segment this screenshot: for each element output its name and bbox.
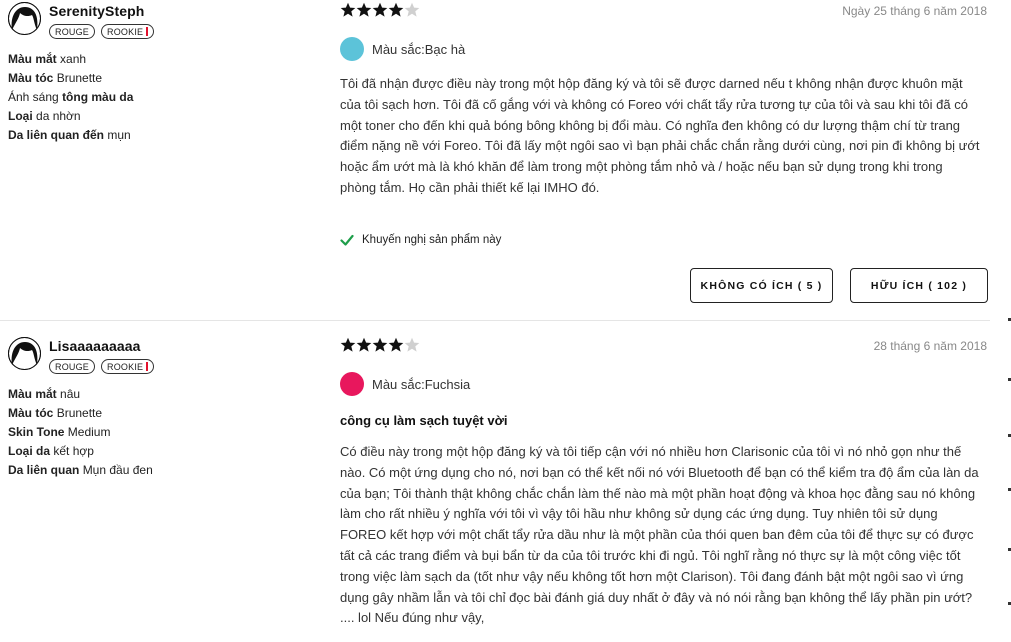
star-empty-icon: [404, 2, 420, 17]
star-filled-icon: [356, 2, 372, 17]
review-body: Có điều này trong một hộp đăng ký và tôi…: [340, 444, 979, 626]
badge-rouge: ROUGE: [49, 24, 96, 39]
star-filled-icon: [372, 2, 388, 17]
color-swatch: [340, 372, 364, 396]
color-label: Màu sắc:Fuchsia: [372, 376, 471, 392]
recommend-text: Khuyến nghị sản phẩm này: [362, 234, 502, 246]
badge-rookie: ROOKIE: [101, 24, 155, 39]
badge-rouge: ROUGE: [49, 359, 96, 374]
attr-hair-color: Màu tóc Brunette: [8, 71, 103, 85]
reviewer-attributes: Màu mắt xanh Màu tóc Brunette Ánh sáng t…: [8, 50, 133, 145]
star-filled-icon: [372, 337, 388, 352]
avatar-icon: [8, 2, 41, 35]
color-variant: Màu sắc:Fuchsia: [340, 372, 470, 396]
attr-skin-type: Loại da kết hợp: [8, 444, 94, 458]
checkmark-icon: [340, 234, 354, 246]
review-divider: [0, 320, 990, 321]
star-filled-icon: [340, 337, 356, 352]
review-card: Lisaaaaaaaaa ROUGE ROOKIE Màu mắt nâu Mà…: [0, 335, 1011, 642]
star-empty-icon: [404, 337, 420, 352]
star-rating: [340, 337, 420, 353]
attr-hair-color: Màu tóc Brunette: [8, 406, 103, 420]
color-swatch: [340, 37, 364, 61]
review-body: Tôi đã nhận được điều này trong một hộp …: [340, 76, 980, 195]
reviewer-username[interactable]: Lisaaaaaaaaa: [49, 338, 141, 354]
not-helpful-button[interactable]: KHÔNG CÓ ÍCH ( 5 ): [690, 268, 833, 303]
helpful-button[interactable]: HỮU ÍCH ( 102 ): [850, 268, 988, 303]
attr-skin-type: Loại da nhờn: [8, 109, 81, 123]
attr-eye-color: Màu mắt xanh: [8, 52, 87, 66]
badge-rookie: ROOKIE: [101, 359, 155, 374]
reviewer-username[interactable]: SerenitySteph: [49, 3, 144, 19]
attr-skin-tone: Ánh sáng tông màu da: [8, 90, 134, 104]
star-filled-icon: [388, 2, 404, 17]
review-headline: công cụ làm sạch tuyệt vời: [340, 413, 508, 428]
recommend-note: Khuyến nghị sản phẩm này: [340, 233, 501, 247]
avatar-icon: [8, 337, 41, 370]
star-filled-icon: [388, 337, 404, 352]
attr-eye-color: Màu mắt nâu: [8, 387, 81, 401]
review-card: SerenitySteph ROUGE ROOKIE Màu mắt xanh …: [0, 0, 1011, 320]
badges: ROUGE ROOKIE: [49, 359, 155, 374]
review-date: Ngày 25 tháng 6 năm 2018: [842, 4, 987, 18]
color-label: Màu sắc:Bạc hà: [372, 41, 466, 57]
attr-skin-tone: Skin Tone Medium: [8, 425, 111, 439]
star-filled-icon: [356, 337, 372, 352]
attr-skin-concern: Da liên quan Mụn đầu đen: [8, 463, 153, 477]
color-variant: Màu sắc:Bạc hà: [340, 37, 465, 61]
reviewer-attributes: Màu mắt nâu Màu tóc Brunette Skin Tone M…: [8, 385, 153, 480]
review-date: 28 tháng 6 năm 2018: [873, 339, 987, 353]
star-filled-icon: [340, 2, 356, 17]
attr-skin-concern: Da liên quan đến mụn: [8, 128, 131, 142]
star-rating: [340, 2, 420, 18]
badges: ROUGE ROOKIE: [49, 24, 155, 39]
